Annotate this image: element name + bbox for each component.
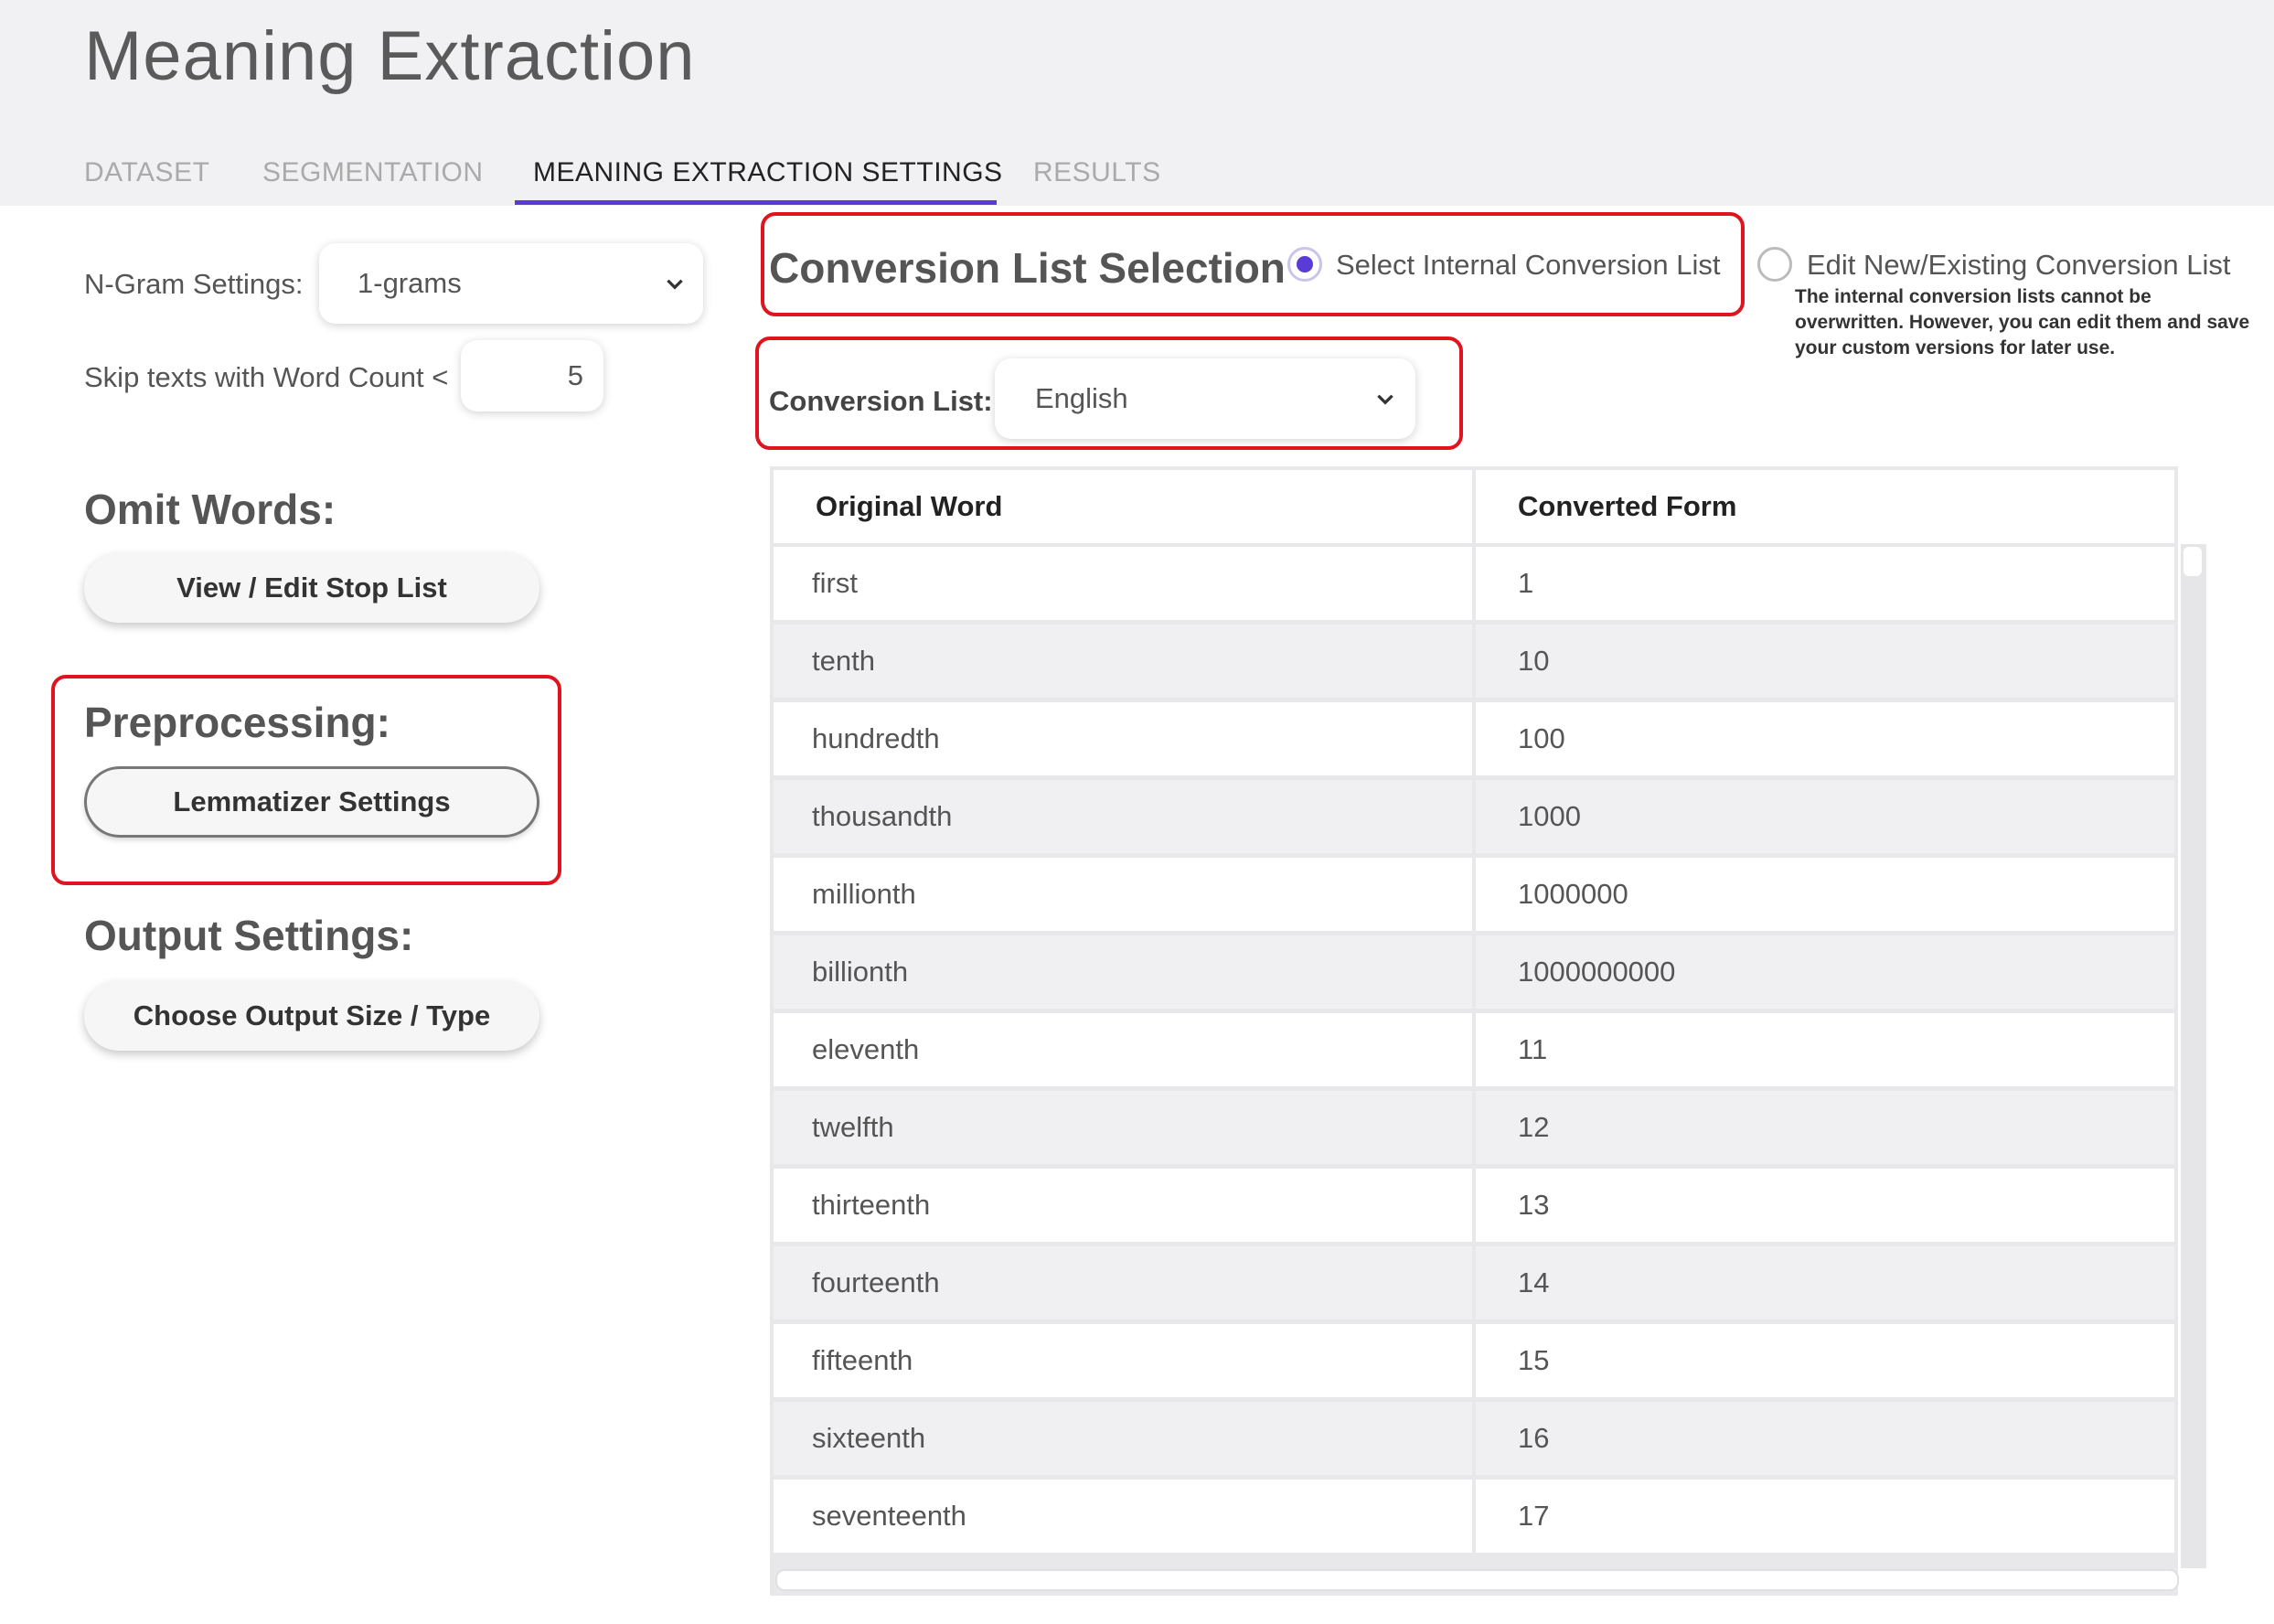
- original-word-cell: millionth: [774, 858, 1472, 931]
- converted-form-cell: 14: [1476, 1246, 2174, 1320]
- choose-output-size-type-button[interactable]: Choose Output Size / Type: [84, 981, 539, 1051]
- converted-form-cell: 100: [1476, 702, 2174, 775]
- select-internal-radio[interactable]: [1287, 247, 1322, 282]
- conversion-note: The internal conversion lists cannot be …: [1795, 286, 2250, 358]
- tab-segmentation[interactable]: SEGMENTATION: [262, 157, 484, 188]
- preprocessing-title: Preprocessing:: [84, 699, 390, 746]
- ngram-select-value: 1-grams: [358, 267, 462, 299]
- edit-existing-label[interactable]: Edit New/Existing Conversion List: [1807, 249, 2230, 282]
- original-word-cell: thirteenth: [774, 1169, 1472, 1242]
- edit-existing-radio[interactable]: [1757, 247, 1792, 282]
- converted-form-cell: 1000000: [1476, 858, 2174, 931]
- column-header-converted-form[interactable]: Converted Form: [1476, 470, 2174, 543]
- converted-form-cell: 1000: [1476, 780, 2174, 853]
- converted-form-cell: 13: [1476, 1169, 2174, 1242]
- conversion-list-label: Conversion List:: [769, 385, 993, 417]
- converted-form-cell: 15: [1476, 1324, 2174, 1397]
- original-word-cell: seventeenth: [774, 1480, 1472, 1553]
- original-word-cell: fourteenth: [774, 1246, 1472, 1320]
- ngram-select[interactable]: 1-grams: [319, 243, 703, 324]
- converted-form-cell: 10: [1476, 625, 2174, 698]
- original-word-cell: tenth: [774, 625, 1472, 698]
- conversion-table: Original Word Converted Form first 1 ten…: [770, 466, 2178, 1596]
- conversion-list-value: English: [1035, 382, 1128, 414]
- column-header-original-word[interactable]: Original Word: [774, 470, 1472, 543]
- original-word-cell: twelfth: [774, 1091, 1472, 1164]
- original-word-cell: billionth: [774, 935, 1472, 1009]
- app-title: Meaning Extraction: [84, 17, 696, 95]
- ngram-settings-label: N-Gram Settings:: [84, 268, 304, 300]
- tab-meaning-extraction-settings[interactable]: MEANING EXTRACTION SETTINGS: [533, 157, 1003, 188]
- skip-word-count-label: Skip texts with Word Count <: [84, 361, 449, 393]
- converted-form-cell: 1000000000: [1476, 935, 2174, 1009]
- tab-dataset[interactable]: DATASET: [84, 157, 209, 188]
- omit-words-title: Omit Words:: [84, 486, 336, 533]
- original-word-cell: first: [774, 547, 1472, 620]
- converted-form-cell: 17: [1476, 1480, 2174, 1553]
- select-internal-label[interactable]: Select Internal Conversion List: [1336, 249, 1720, 282]
- converted-form-cell: 1: [1476, 547, 2174, 620]
- view-edit-stop-list-button[interactable]: View / Edit Stop List: [84, 553, 539, 623]
- original-word-cell: thousandth: [774, 780, 1472, 853]
- original-word-cell: fifteenth: [774, 1324, 1472, 1397]
- converted-form-cell: 12: [1476, 1091, 2174, 1164]
- converted-form-cell: 16: [1476, 1402, 2174, 1475]
- tab-results[interactable]: RESULTS: [1033, 157, 1161, 188]
- active-tab-indicator: [515, 200, 997, 205]
- vertical-scrollbar[interactable]: [2181, 544, 2206, 1568]
- vertical-scroll-thumb[interactable]: [2183, 547, 2202, 576]
- original-word-cell: hundredth: [774, 702, 1472, 775]
- conversion-list-selection-title: Conversion List Selection: [769, 244, 1286, 292]
- conversion-list-select[interactable]: English: [995, 358, 1415, 439]
- original-word-cell: eleventh: [774, 1013, 1472, 1086]
- converted-form-cell: 11: [1476, 1013, 2174, 1086]
- original-word-cell: sixteenth: [774, 1402, 1472, 1475]
- chevron-down-icon: [667, 279, 683, 290]
- lemmatizer-settings-button[interactable]: Lemmatizer Settings: [84, 766, 539, 838]
- horizontal-scrollbar[interactable]: [775, 1569, 2179, 1591]
- skip-word-count-input[interactable]: [461, 340, 603, 411]
- chevron-down-icon: [1377, 394, 1393, 405]
- output-settings-title: Output Settings:: [84, 912, 414, 959]
